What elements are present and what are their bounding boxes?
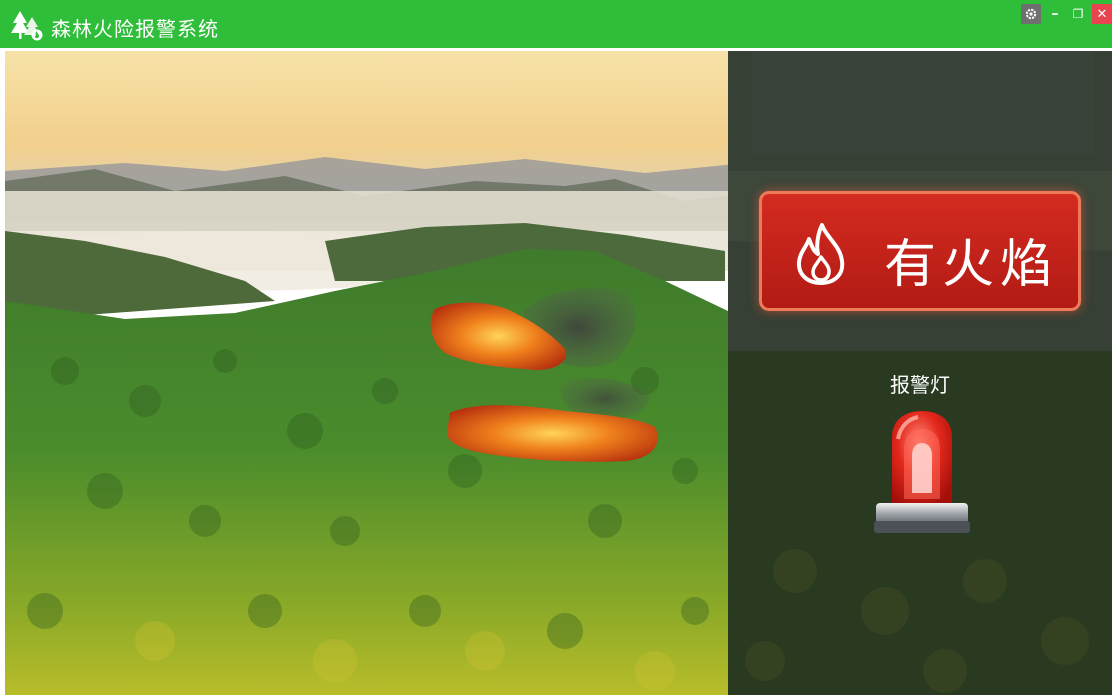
alarm-light-label: 报警灯 bbox=[890, 373, 950, 397]
gear-icon bbox=[1025, 8, 1037, 20]
alarm-lamp-icon bbox=[874, 411, 970, 533]
fire-status-label: 有火焰 bbox=[884, 235, 1059, 295]
close-button[interactable]: ✕ bbox=[1092, 4, 1112, 24]
camera-view: 有火焰 报警灯 bbox=[5, 51, 1112, 695]
status-panel: 有火焰 报警灯 bbox=[728, 51, 1112, 695]
fire-status-button[interactable]: 有火焰 bbox=[759, 191, 1081, 311]
restore-button[interactable]: ❐ bbox=[1068, 4, 1088, 24]
flame-icon bbox=[796, 223, 845, 285]
restore-icon: ❐ bbox=[1072, 7, 1084, 21]
title-bar: 森林火险报警系统 – ❐ ✕ bbox=[0, 0, 1112, 48]
forest-fire-logo-icon bbox=[11, 11, 43, 41]
app-title: 森林火险报警系统 bbox=[51, 17, 219, 41]
panel-header-area bbox=[752, 51, 1094, 155]
settings-button[interactable] bbox=[1021, 4, 1041, 24]
minimize-button[interactable]: – bbox=[1045, 4, 1065, 24]
close-icon: ✕ bbox=[1096, 6, 1108, 22]
minimize-icon: – bbox=[1051, 6, 1059, 22]
